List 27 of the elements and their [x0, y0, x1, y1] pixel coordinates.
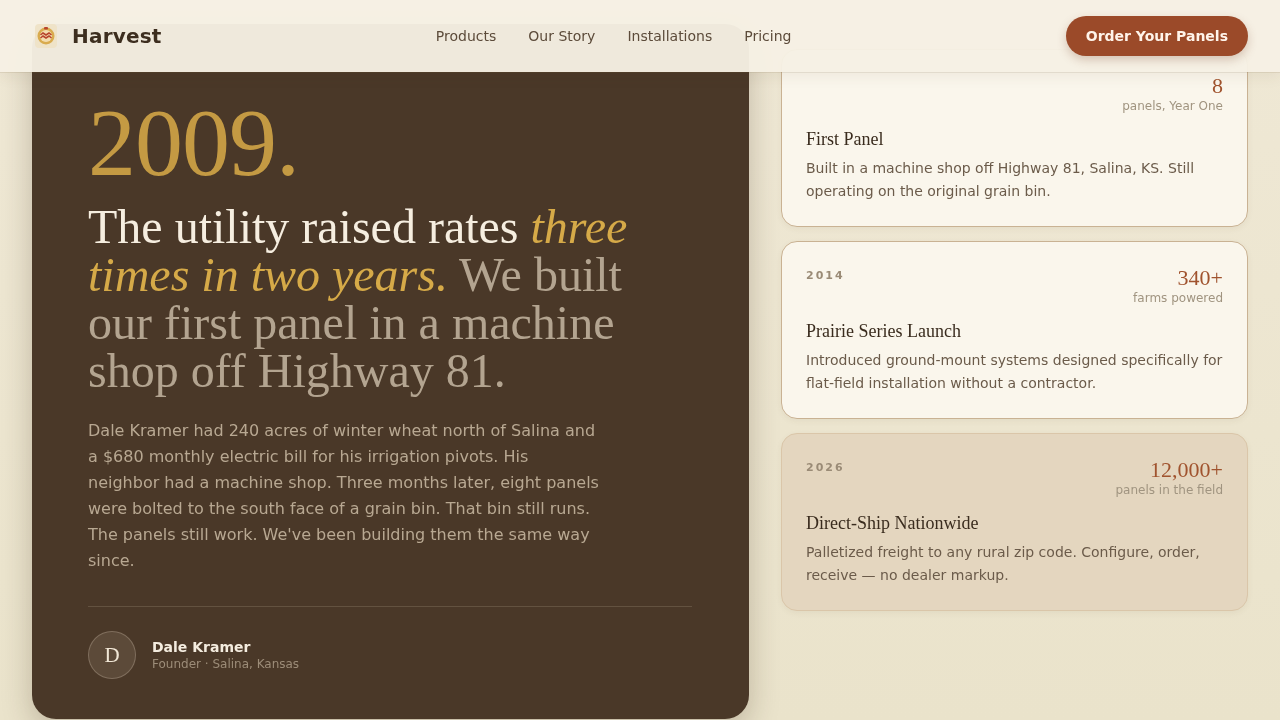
milestone-title: Direct-Ship Nationwide — [806, 512, 980, 535]
author-role: Founder · Salina, Kansas — [152, 656, 300, 672]
emblem-icon — [35, 24, 57, 48]
milestone-description: Palletized freight to any rural zip code. Configure, order, receive — no dealer markup. — [806, 543, 1201, 585]
order-button[interactable]: Order Your Panels — [1065, 16, 1248, 56]
story-headline: The utility raised rates three times in two years. We built our first panel in a machine shop off Highway 81. — [88, 203, 629, 395]
milestone-description: Introduced ground-mount systems designed specifically for flat-field installation without a contractor. — [806, 351, 1223, 393]
stat-label: panels in the field — [1115, 483, 1223, 497]
avatar: D — [88, 631, 136, 679]
milestone-year: 2026 — [806, 461, 845, 474]
milestone-title: First Panel — [806, 128, 885, 151]
stat-label: farms powered — [1133, 291, 1223, 305]
milestone-description: Built in a machine shop off Highway 81, Salina, KS. Still operating on the original grain bin. — [806, 159, 1196, 201]
nav-link[interactable]: Pricing — [744, 28, 792, 44]
nav-link[interactable]: Installations — [627, 28, 713, 44]
stat-value: 8 — [1212, 73, 1223, 99]
year-heading: 2009. — [88, 95, 300, 191]
brand-link[interactable]: Harvest — [35, 24, 162, 48]
stat-value: 340+ — [1177, 265, 1223, 291]
story-paragraph: Dale Kramer had 240 acres of winter wheat north of Salina and a $680 monthly electric bill for his irrigation pivots. His neighbor had a machine shop. Three months later, eight panels were bolted to the south face of a grain bin. That bin still runs. The panels still work. We've been building them the same way since. — [88, 420, 600, 572]
milestone-title: Prairie Series Launch — [806, 320, 962, 343]
stat-label: panels, Year One — [1122, 99, 1223, 113]
nav-link[interactable]: Our Story — [528, 28, 596, 44]
milestone-year: 2014 — [806, 269, 845, 282]
stat-value: 12,000+ — [1150, 457, 1223, 483]
author-name: Dale Kramer — [152, 638, 252, 656]
nav-link[interactable]: Products — [435, 28, 497, 44]
